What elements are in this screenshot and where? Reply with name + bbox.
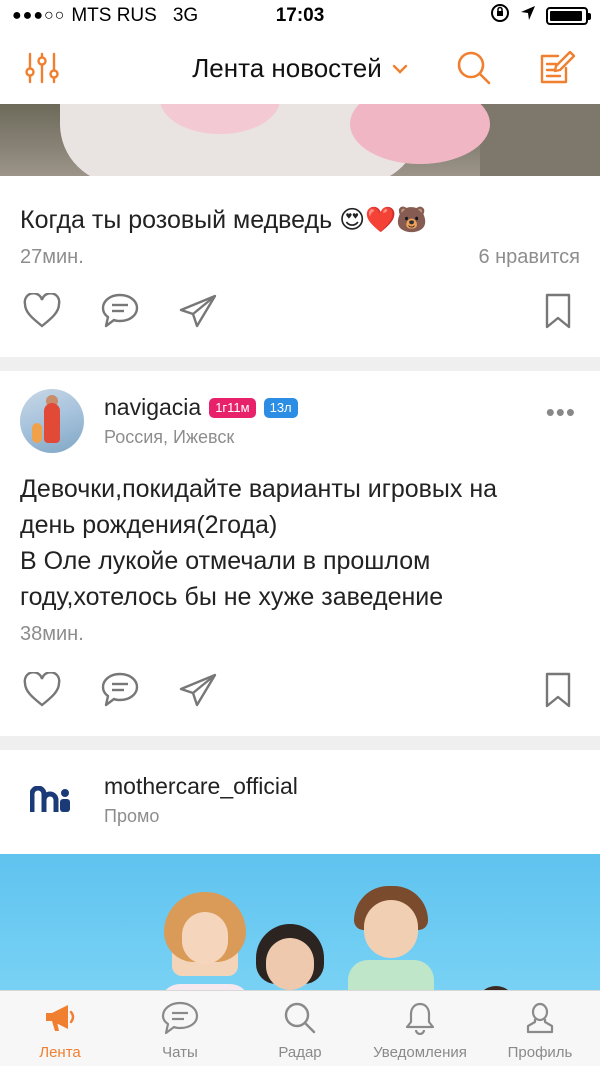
- tab-radar[interactable]: Радар: [240, 991, 360, 1066]
- like-heart-icon[interactable]: [20, 668, 64, 712]
- post-meta: 27мин. 6 нравится: [0, 246, 600, 269]
- post-text: Девочки,покидайте варианты игровых на де…: [0, 471, 600, 615]
- post-header: navigacia 1г11м 13л Россия, Ижевск •••: [0, 371, 600, 471]
- tab-label: Чаты: [162, 1044, 198, 1061]
- news-feed[interactable]: Когда ты розовый медведь 😍❤️🐻 27мин. 6 н…: [0, 104, 600, 990]
- network-type: 3G: [172, 5, 199, 26]
- post-time: 38мин.: [20, 623, 84, 645]
- username[interactable]: navigacia: [104, 394, 201, 421]
- post-text-line: день рождения(2года): [20, 511, 278, 539]
- tab-notifications[interactable]: Уведомления: [360, 991, 480, 1066]
- user-location: Россия, Ижевск: [104, 427, 235, 447]
- post-header: mothercare_official Промо: [0, 750, 600, 850]
- megaphone-icon: [42, 1001, 78, 1040]
- nav-bar: Лента новостей: [0, 32, 600, 104]
- bell-icon: [404, 1001, 436, 1040]
- tab-feed[interactable]: Лента: [0, 991, 120, 1066]
- compose-icon[interactable]: [534, 46, 578, 90]
- like-count[interactable]: 6 нравится: [478, 246, 580, 269]
- share-send-icon[interactable]: [176, 289, 220, 333]
- tab-label: Радар: [278, 1044, 322, 1061]
- tab-label: Лента: [39, 1044, 81, 1061]
- post-meta: 38мин.: [0, 623, 600, 646]
- post-divider: [0, 357, 600, 371]
- promo-photo[interactable]: [0, 854, 600, 990]
- child-age-badge: 13л: [263, 397, 298, 418]
- promo-label: Промо: [104, 806, 160, 826]
- search-icon[interactable]: [452, 46, 496, 90]
- post-divider: [0, 736, 600, 750]
- bookmark-icon[interactable]: [536, 668, 580, 712]
- status-bar: ●●●○○ MTS RUS 3G 17:03: [0, 0, 600, 32]
- username[interactable]: mothercare_official: [104, 773, 298, 800]
- mothercare-logo-icon[interactable]: [20, 768, 84, 832]
- bookmark-icon[interactable]: [536, 289, 580, 333]
- tab-profile[interactable]: Профиль: [480, 991, 600, 1066]
- more-options-icon[interactable]: •••: [546, 397, 576, 428]
- search-icon: [283, 1001, 317, 1040]
- post-text-line: В Оле лукойе отмечали в прошлом: [20, 547, 431, 575]
- chevron-down-icon: [392, 57, 408, 80]
- battery-fill: [550, 11, 583, 21]
- post-actions: [0, 281, 600, 341]
- tab-label: Уведомления: [373, 1044, 467, 1061]
- comment-icon[interactable]: [98, 668, 142, 712]
- feed-selector[interactable]: Лента новостей: [192, 53, 408, 84]
- post-time: 27мин.: [20, 246, 84, 268]
- tab-bar: Лента Чаты Радар Уведомления Профиль: [0, 990, 600, 1066]
- filter-sliders-icon[interactable]: [20, 46, 64, 90]
- tab-label: Профиль: [507, 1044, 573, 1061]
- child-age-badge: 1г11м: [209, 397, 256, 418]
- avatar[interactable]: [20, 389, 84, 453]
- like-heart-icon[interactable]: [20, 289, 64, 333]
- location-arrow-icon: [520, 5, 536, 27]
- battery-icon: [546, 7, 591, 25]
- post-actions: [0, 660, 600, 720]
- chat-icon: [161, 1001, 199, 1040]
- post-text-line: Девочки,покидайте варианты игровых на: [20, 475, 498, 503]
- post-text: Когда ты розовый медведь 😍❤️🐻: [20, 206, 428, 234]
- comment-icon[interactable]: [98, 289, 142, 333]
- carrier-name: MTS RUS: [71, 5, 157, 26]
- profile-icon: [524, 1001, 556, 1040]
- rotation-lock-icon: [490, 3, 510, 29]
- post-text-line: году,хотелось бы не хуже заведение: [20, 583, 444, 611]
- page-title: Лента новостей: [192, 52, 382, 83]
- post-photo[interactable]: [0, 104, 600, 176]
- tab-chats[interactable]: Чаты: [120, 991, 240, 1066]
- signal-strength: ●●●○○: [12, 7, 66, 24]
- share-send-icon[interactable]: [176, 668, 220, 712]
